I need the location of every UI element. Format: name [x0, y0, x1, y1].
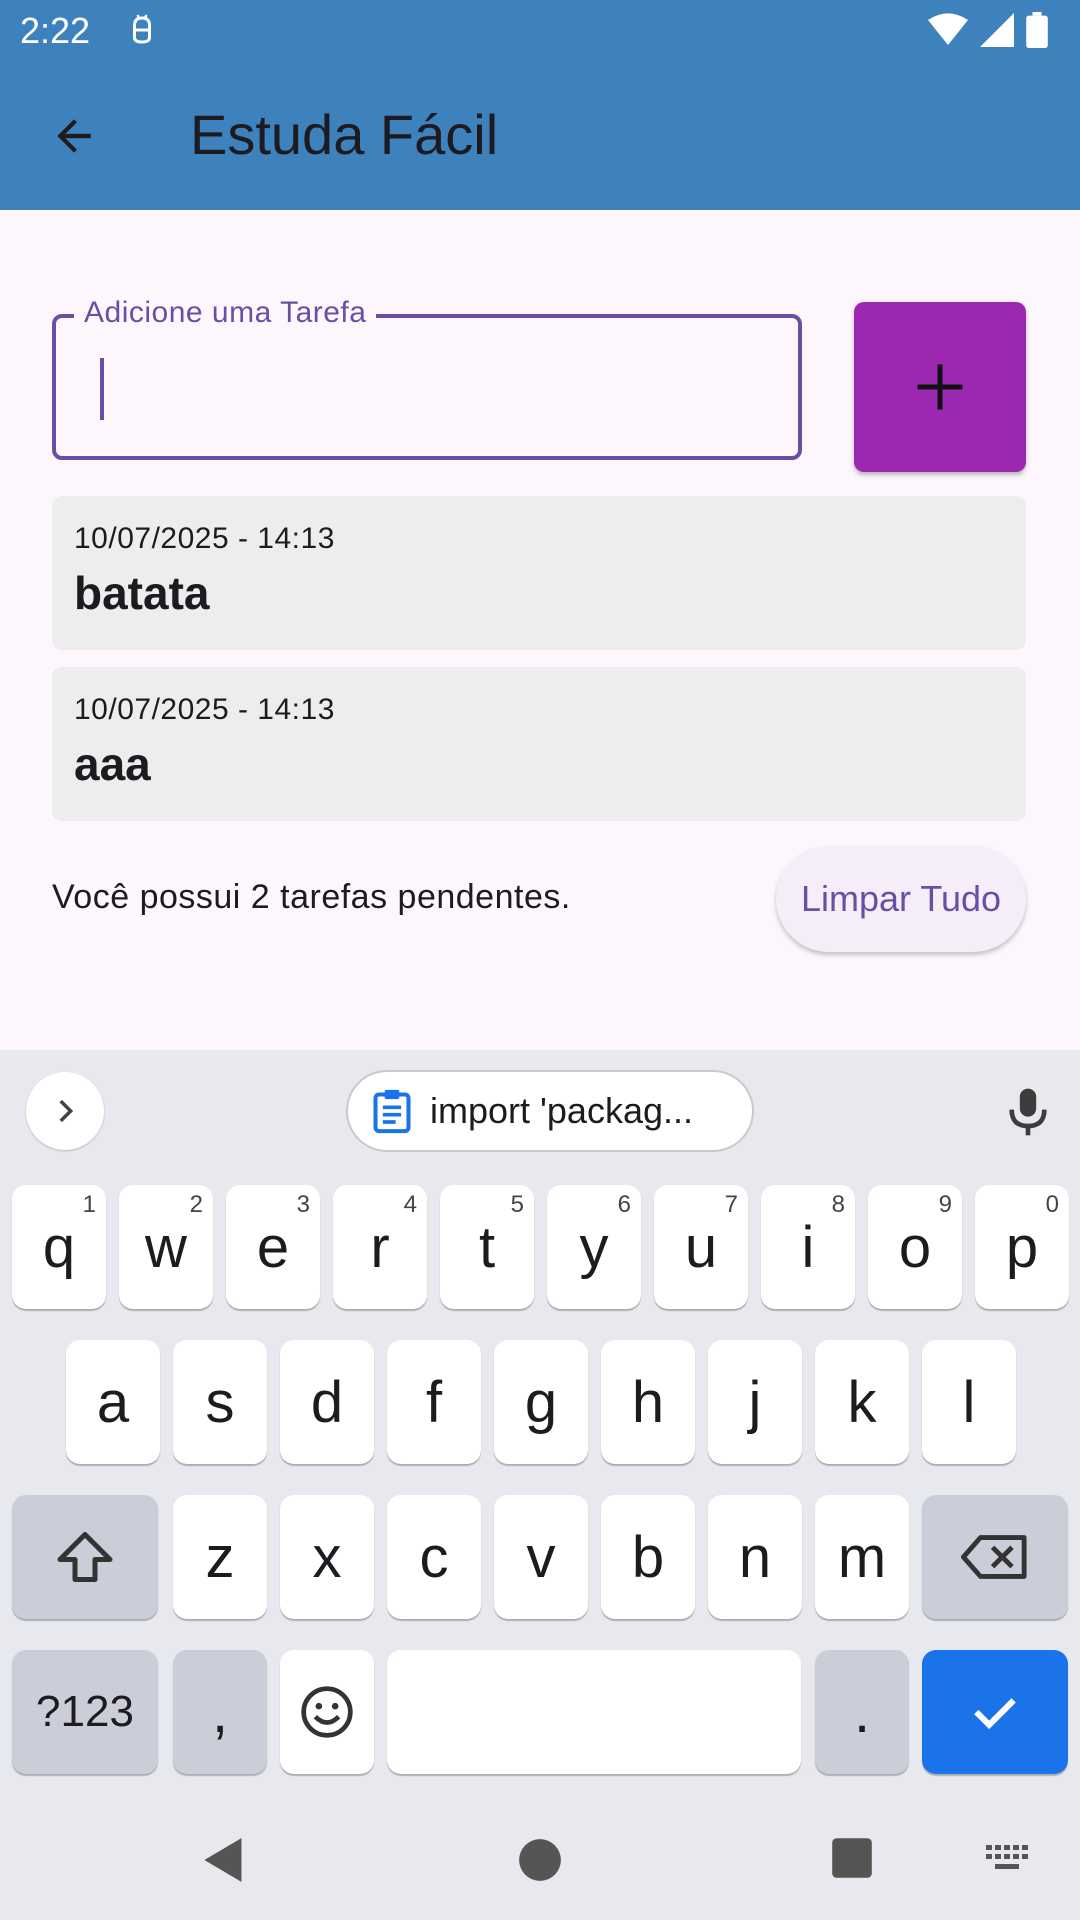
- key-hint: 6: [617, 1191, 631, 1218]
- pending-count-text: Você possui 2 tarefas pendentes.: [52, 878, 571, 916]
- key-t[interactable]: t5: [440, 1185, 534, 1309]
- key-e[interactable]: e3: [226, 1185, 320, 1309]
- key-hint: 3: [296, 1191, 310, 1218]
- backspace-key[interactable]: [922, 1495, 1068, 1619]
- key-label: o: [898, 1214, 932, 1280]
- key-j[interactable]: j: [708, 1340, 802, 1464]
- task-item[interactable]: 10/07/2025 - 14:13 batata: [52, 496, 1026, 650]
- key-h[interactable]: h: [601, 1340, 695, 1464]
- key-n[interactable]: n: [708, 1495, 802, 1619]
- key-f[interactable]: f: [387, 1340, 481, 1464]
- space-key[interactable]: [387, 1650, 801, 1774]
- wifi-icon: [928, 13, 968, 46]
- key-c[interactable]: c: [387, 1495, 481, 1619]
- back-button[interactable]: [36, 106, 112, 166]
- key-hint: 2: [189, 1191, 203, 1218]
- add-task-button[interactable]: [854, 302, 1026, 472]
- task-name: aaa: [74, 738, 151, 790]
- microphone-icon[interactable]: [1000, 1082, 1056, 1142]
- task-input-label: Adicione uma Tarefa: [74, 296, 377, 330]
- key-b[interactable]: b: [601, 1495, 695, 1619]
- key-m[interactable]: m: [815, 1495, 909, 1619]
- page-title: Estuda Fácil: [190, 103, 499, 166]
- key-a[interactable]: a: [66, 1340, 160, 1464]
- key-s[interactable]: s: [173, 1340, 267, 1464]
- key-hint: 1: [82, 1191, 96, 1218]
- key-v[interactable]: v: [494, 1495, 588, 1619]
- key-z[interactable]: z: [173, 1495, 267, 1619]
- key-hint: 0: [1045, 1191, 1059, 1218]
- key-label: q: [42, 1214, 76, 1280]
- status-time: 2:22: [20, 10, 91, 51]
- shift-key[interactable]: [12, 1495, 158, 1619]
- android-debug-icon: [133, 14, 151, 44]
- key-hint: 5: [510, 1191, 524, 1218]
- emoji-icon: [301, 1686, 353, 1738]
- key-label: w: [145, 1214, 187, 1280]
- text-cursor: [100, 358, 104, 420]
- symbols-key[interactable]: ?123: [12, 1650, 158, 1774]
- status-icons: [928, 12, 1048, 48]
- key-i[interactable]: i8: [761, 1185, 855, 1309]
- check-icon: [974, 1698, 1016, 1730]
- battery-icon: [1026, 12, 1048, 48]
- key-label: y: [579, 1214, 609, 1280]
- key-hint: 4: [403, 1191, 417, 1218]
- clipboard-suggestion[interactable]: import 'packag...: [346, 1070, 754, 1152]
- task-name: batata: [74, 567, 210, 619]
- clipboard-icon: [373, 1089, 411, 1134]
- key-l[interactable]: l: [922, 1340, 1016, 1464]
- key-label: e: [256, 1214, 290, 1280]
- nav-home-icon[interactable]: [518, 1838, 562, 1882]
- key-label: u: [684, 1214, 718, 1280]
- key-k[interactable]: k: [815, 1340, 909, 1464]
- key-g[interactable]: g: [494, 1340, 588, 1464]
- app-bar: Estuda Fácil: [0, 62, 1080, 210]
- task-date: 10/07/2025 - 14:13: [74, 693, 335, 726]
- task-input-field[interactable]: Adicione uma Tarefa: [52, 296, 802, 460]
- key-label: t: [478, 1214, 496, 1280]
- task-item[interactable]: 10/07/2025 - 14:13 aaa: [52, 667, 1026, 821]
- key-hint: 9: [938, 1191, 952, 1218]
- key-o[interactable]: o9: [868, 1185, 962, 1309]
- period-key[interactable]: .: [815, 1650, 909, 1774]
- backspace-icon: [961, 1535, 1027, 1579]
- key-hint: 7: [724, 1191, 738, 1218]
- comma-key[interactable]: ,: [173, 1650, 267, 1774]
- key-d[interactable]: d: [280, 1340, 374, 1464]
- key-r[interactable]: r4: [333, 1185, 427, 1309]
- cell-signal-icon: [980, 13, 1014, 47]
- key-label: p: [1005, 1214, 1039, 1280]
- key-w[interactable]: w2: [119, 1185, 213, 1309]
- key-label: r: [370, 1214, 390, 1280]
- key-p[interactable]: p0: [975, 1185, 1069, 1309]
- task-date: 10/07/2025 - 14:13: [74, 522, 335, 555]
- nav-back-icon[interactable]: [202, 1836, 246, 1884]
- key-x[interactable]: x: [280, 1495, 374, 1619]
- shift-icon: [57, 1532, 113, 1582]
- clear-all-button[interactable]: Limpar Tudo: [776, 846, 1026, 952]
- key-q[interactable]: q1: [12, 1185, 106, 1309]
- key-y[interactable]: y6: [547, 1185, 641, 1309]
- key-u[interactable]: u7: [654, 1185, 748, 1309]
- emoji-key[interactable]: [280, 1650, 374, 1774]
- system-nav-bar: [0, 1780, 1080, 1920]
- nav-recents-icon[interactable]: [830, 1836, 874, 1880]
- clipboard-suggestion-text: import 'packag...: [430, 1090, 693, 1131]
- status-bar: 2:22: [0, 0, 1080, 62]
- key-label: i: [801, 1214, 815, 1280]
- arrow-back-icon: [57, 119, 91, 153]
- keyboard-expand-button[interactable]: [26, 1072, 104, 1150]
- plus-icon: [917, 364, 963, 410]
- keyboard-switch-icon[interactable]: [986, 1844, 1030, 1874]
- enter-key[interactable]: [922, 1650, 1068, 1774]
- key-hint: 8: [831, 1191, 845, 1218]
- chevron-right-icon: [59, 1099, 74, 1123]
